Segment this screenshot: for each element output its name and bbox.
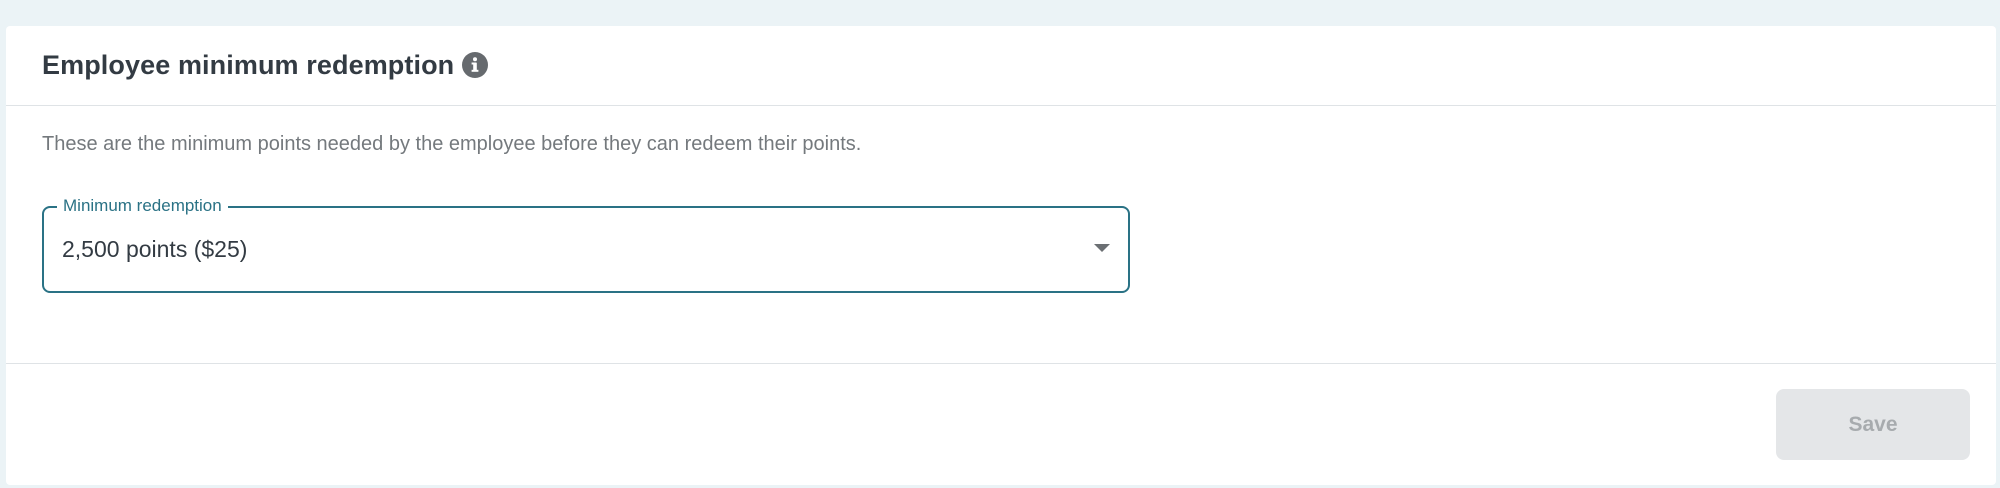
- minimum-redemption-label: Minimum redemption: [57, 196, 228, 216]
- card-title: Employee minimum redemption: [42, 50, 455, 80]
- card-header: Employee minimum redemption: [6, 26, 1996, 106]
- save-button[interactable]: Save: [1776, 389, 1970, 460]
- caret-down-icon[interactable]: [1094, 244, 1110, 252]
- card-title-row: Employee minimum redemption: [42, 50, 489, 81]
- minimum-redemption-value: 2,500 points ($25): [62, 236, 248, 262]
- info-icon[interactable]: [462, 51, 489, 78]
- settings-card: Employee minimum redemption These are th…: [6, 26, 1996, 485]
- minimum-redemption-select[interactable]: Minimum redemption 2,500 points ($25): [42, 196, 1130, 293]
- footer-divider: [6, 363, 1996, 364]
- card-description: These are the minimum points needed by t…: [42, 133, 862, 155]
